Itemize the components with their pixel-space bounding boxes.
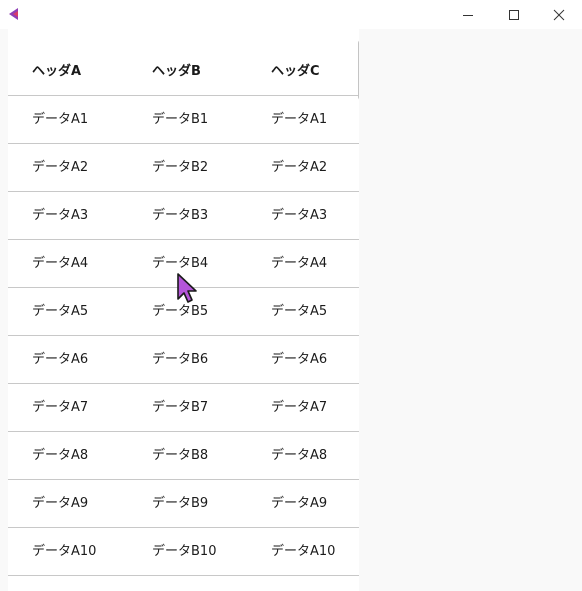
cell-a: データA4 — [32, 256, 89, 271]
cell-a: データA2 — [32, 160, 89, 175]
maximize-button[interactable] — [491, 0, 537, 29]
cell-b: データB7 — [152, 400, 209, 415]
table-row[interactable]: データA8 データB8 データA8 — [8, 432, 359, 480]
cell-b: データB1 — [152, 112, 209, 127]
cell-c: データA2 — [271, 160, 328, 175]
mouse-cursor-icon — [177, 273, 197, 303]
maximize-icon — [509, 9, 519, 20]
cell-a: データA7 — [32, 400, 89, 415]
cell-c: データA10 — [271, 544, 336, 559]
cell-c: データA5 — [271, 304, 328, 319]
title-bar[interactable] — [0, 0, 582, 29]
cell-a: データA10 — [32, 544, 97, 559]
cell-a: データA6 — [32, 352, 89, 367]
app-icon — [9, 8, 18, 20]
table-row[interactable]: データA3 データB3 データA3 — [8, 192, 359, 240]
close-icon — [553, 9, 565, 20]
cell-a: データA1 — [32, 112, 89, 127]
table-row[interactable]: データA7 データB7 データA7 — [8, 384, 359, 432]
table-row[interactable]: データA6 データB6 データA6 — [8, 336, 359, 384]
header-b[interactable]: ヘッダB — [152, 48, 201, 95]
table-row[interactable]: データA1 データB1 データA1 — [8, 96, 359, 144]
cell-b: データB9 — [152, 496, 209, 511]
cell-c: データA7 — [271, 400, 328, 415]
vertical-scrollbar-thumb[interactable] — [358, 40, 359, 100]
table-row[interactable]: データA10 データB10 データA10 — [8, 528, 359, 576]
header-c[interactable]: ヘッダC — [271, 48, 320, 95]
cell-a: データA9 — [32, 496, 89, 511]
cell-c: データA3 — [271, 208, 328, 223]
cell-a: データA5 — [32, 304, 89, 319]
cell-b: データB2 — [152, 160, 209, 175]
cell-c: データA8 — [271, 448, 328, 463]
minimize-button[interactable] — [445, 0, 491, 29]
table-row[interactable]: データA2 データB2 データA2 — [8, 144, 359, 192]
cell-a: データA3 — [32, 208, 89, 223]
client-area: ヘッダA ヘッダB ヘッダC データA1 データB1 データA1 データA2 データB2… — [0, 29, 582, 591]
cell-b: データB3 — [152, 208, 209, 223]
cell-c: データA1 — [271, 112, 328, 127]
app-window: ヘッダA ヘッダB ヘッダC データA1 データB1 データA1 データA2 データB2… — [0, 0, 582, 591]
cell-b: データB10 — [152, 544, 217, 559]
data-list[interactable]: ヘッダA ヘッダB ヘッダC データA1 データB1 データA1 データA2 データB2… — [8, 29, 359, 591]
minimize-icon — [463, 14, 473, 16]
list-header-row: ヘッダA ヘッダB ヘッダC — [8, 48, 359, 96]
close-button[interactable] — [536, 0, 582, 29]
cell-c: データA4 — [271, 256, 328, 271]
cell-b: データB6 — [152, 352, 209, 367]
table-row[interactable]: データA9 データB9 データA9 — [8, 480, 359, 528]
cell-c: データA9 — [271, 496, 328, 511]
cell-b: データB8 — [152, 448, 209, 463]
header-a[interactable]: ヘッダA — [32, 48, 81, 95]
cell-c: データA6 — [271, 352, 328, 367]
cell-a: データA8 — [32, 448, 89, 463]
